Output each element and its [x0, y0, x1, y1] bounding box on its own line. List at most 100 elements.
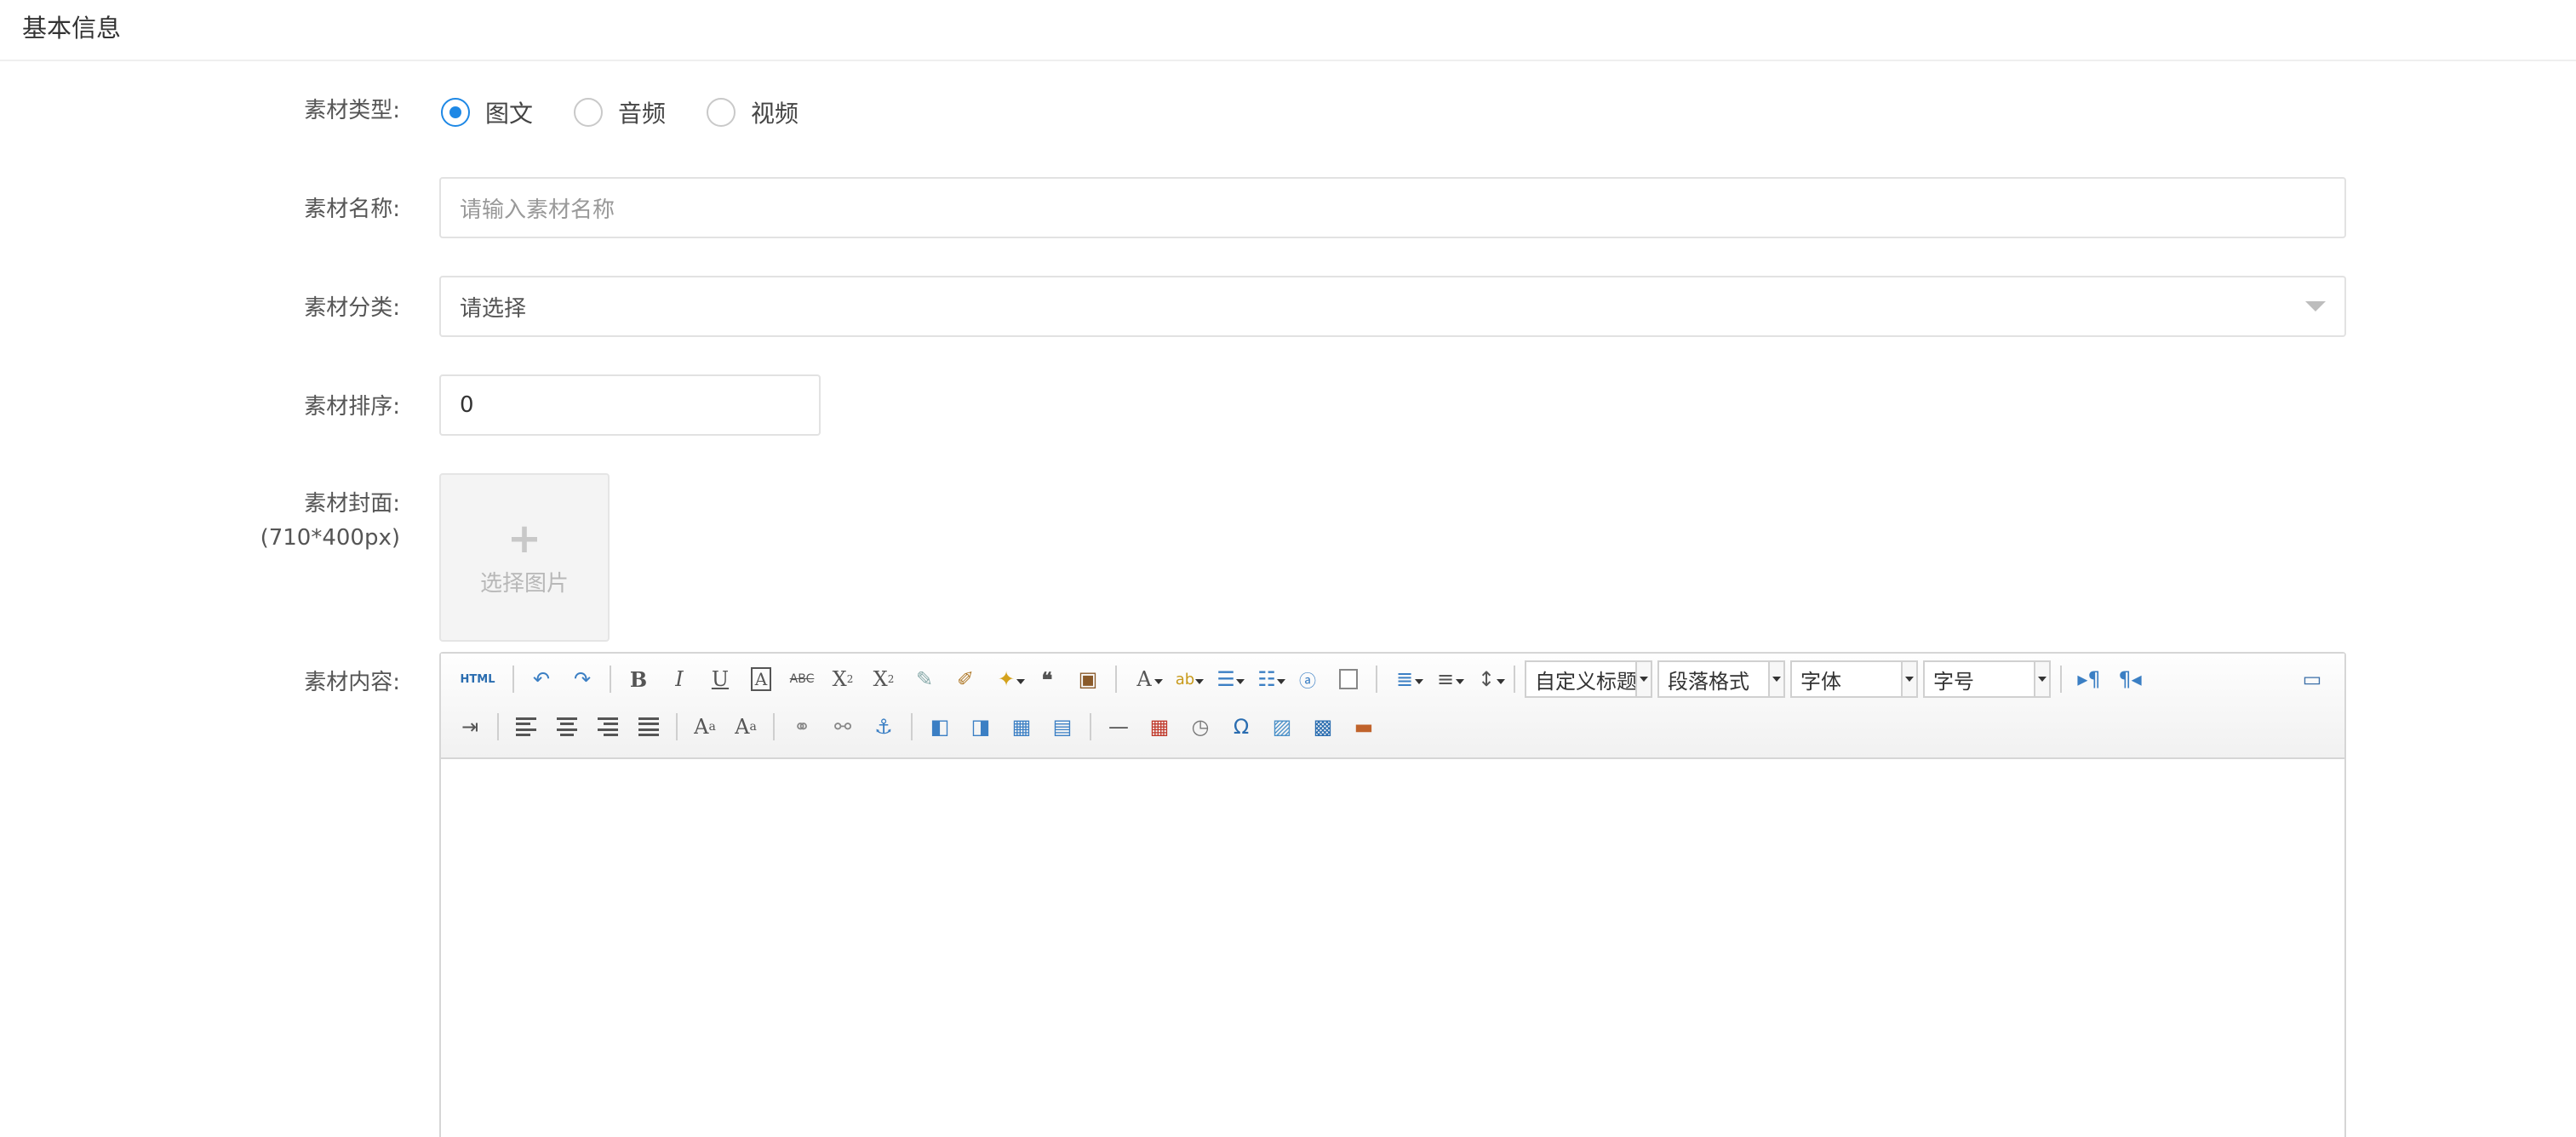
- sort-input[interactable]: 0: [439, 374, 821, 436]
- align-right-icon[interactable]: [591, 710, 625, 744]
- insert-time-icon[interactable]: ◷: [1183, 710, 1217, 744]
- editor-content-area[interactable]: [441, 759, 2344, 1134]
- upload-text: 选择图片: [479, 570, 569, 597]
- paragraph-spacing-bottom-icon[interactable]: ≡: [1428, 662, 1464, 696]
- radio-unchecked-icon[interactable]: [707, 98, 736, 127]
- radio-option-audio[interactable]: 音频: [574, 95, 666, 129]
- bold-icon[interactable]: B: [621, 662, 655, 696]
- cover-label: 素材封面:: [304, 491, 400, 517]
- horizontal-rule-icon[interactable]: —: [1102, 710, 1136, 744]
- material-form-page: 基本信息 素材类型: 图文 音频 视频 素材名称: 请输入素材名称 素材分类: …: [0, 0, 2576, 1137]
- blockquote-icon[interactable]: ❝: [1030, 662, 1064, 696]
- type-radio-group: 图文 音频 视频: [441, 92, 839, 133]
- align-center-icon[interactable]: [550, 710, 584, 744]
- section-title: 基本信息: [22, 14, 122, 43]
- indent-icon[interactable]: ⇥: [453, 710, 487, 744]
- paragraph-format-select[interactable]: 段落格式: [1657, 660, 1785, 698]
- paragraph-spacing-top-icon[interactable]: ≣: [1388, 662, 1423, 696]
- unordered-list-icon[interactable]: ☷: [1250, 662, 1285, 696]
- new-document-icon[interactable]: [1331, 662, 1365, 696]
- toolbar-separator: [1115, 666, 1117, 693]
- toolbar-row-2: ⇥ Aa Aa ⚭ ⚯ ⚓ ◧ ◨ ▦ ▤ — ▦ ◷ Ω ▨ ▩ ▬: [449, 706, 1384, 747]
- underline-icon[interactable]: U: [703, 662, 737, 696]
- toolbar-separator: [773, 713, 775, 740]
- sort-value: 0: [460, 392, 474, 418]
- toolbar-separator: [512, 666, 514, 693]
- undo-icon[interactable]: ↶: [524, 662, 558, 696]
- inline-code-icon[interactable]: ⓐ: [1291, 662, 1325, 696]
- cover-upload-button[interactable]: + 选择图片: [439, 473, 610, 642]
- image-float-right-icon[interactable]: ◨: [964, 710, 998, 744]
- chevron-down-icon: [2034, 662, 2049, 696]
- radio-unchecked-icon[interactable]: [574, 98, 604, 127]
- align-justify-icon[interactable]: [632, 710, 666, 744]
- fullscreen-icon[interactable]: ▭: [2295, 662, 2329, 696]
- chevron-down-icon: [1901, 662, 1916, 696]
- superscript-icon[interactable]: X2: [826, 662, 860, 696]
- paste-plain-icon[interactable]: ▣: [1071, 662, 1105, 696]
- auto-format-icon[interactable]: ✦: [989, 662, 1025, 696]
- link-icon[interactable]: ⚭: [785, 710, 819, 744]
- background-image-icon[interactable]: ▬: [1347, 710, 1381, 744]
- chevron-down-icon: [2305, 301, 2326, 311]
- name-label: 素材名称:: [304, 197, 400, 222]
- radio-checked-icon[interactable]: [441, 98, 470, 127]
- toolbar-separator: [1376, 666, 1377, 693]
- italic-icon[interactable]: I: [662, 662, 696, 696]
- cover-size-hint: (710*400px): [260, 525, 400, 551]
- radio-label: 音频: [618, 100, 667, 128]
- insert-date-icon[interactable]: ▦: [1142, 710, 1176, 744]
- radio-option-video[interactable]: 视频: [707, 95, 799, 129]
- section-divider: [0, 60, 2576, 61]
- background-color-icon[interactable]: ab: [1168, 662, 1204, 696]
- image-float-left-icon[interactable]: ◧: [923, 710, 957, 744]
- chevron-down-icon: [1768, 662, 1783, 696]
- plus-icon: +: [507, 514, 542, 563]
- radio-label: 视频: [751, 100, 799, 128]
- font-size-select[interactable]: 字号: [1923, 660, 2051, 698]
- font-size-value: 字号: [1933, 669, 1974, 694]
- image-none-icon[interactable]: ▤: [1045, 710, 1079, 744]
- eraser-icon[interactable]: ✎: [907, 662, 942, 696]
- name-input[interactable]: 请输入素材名称: [439, 177, 2346, 238]
- font-color-icon[interactable]: A: [1127, 662, 1163, 696]
- toolbar-separator: [911, 713, 913, 740]
- chevron-down-icon: [1635, 662, 1651, 696]
- insert-image-icon[interactable]: ▨: [1265, 710, 1299, 744]
- font-border-icon[interactable]: A: [744, 662, 778, 696]
- anchor-icon[interactable]: ⚓: [867, 710, 901, 744]
- rtl-direction-icon[interactable]: ¶◂: [2113, 662, 2147, 696]
- category-select[interactable]: 请选择: [439, 276, 2346, 337]
- image-center-icon[interactable]: ▦: [1005, 710, 1039, 744]
- font-family-value: 字体: [1800, 669, 1841, 694]
- line-height-icon[interactable]: ↕: [1469, 662, 1505, 696]
- editor-toolbar: HTML ↶ ↷ B I U A ABC X2 X2 ✎ ✐ ✦ ❝ ▣ A a…: [441, 654, 2344, 759]
- type-label: 素材类型:: [304, 98, 400, 123]
- special-chars-icon[interactable]: Ω: [1224, 710, 1258, 744]
- lowercase-icon[interactable]: Aa: [729, 710, 763, 744]
- content-label: 素材内容:: [304, 670, 400, 695]
- strikethrough-icon[interactable]: ABC: [785, 662, 819, 696]
- toolbar-separator: [497, 713, 499, 740]
- toolbar-row-1: HTML ↶ ↷ B I U A ABC X2 X2 ✎ ✐ ✦ ❝ ▣ A a…: [449, 659, 2150, 700]
- custom-title-select[interactable]: 自定义标题: [1525, 660, 1652, 698]
- ltr-direction-icon[interactable]: ▸¶: [2072, 662, 2106, 696]
- subscript-icon[interactable]: X2: [867, 662, 901, 696]
- word-image-icon[interactable]: ▩: [1306, 710, 1340, 744]
- toolbar-separator: [1514, 666, 1515, 693]
- font-family-select[interactable]: 字体: [1790, 660, 1918, 698]
- toolbar-separator: [2060, 666, 2062, 693]
- toolbar-separator: [676, 713, 678, 740]
- uppercase-icon[interactable]: Aa: [688, 710, 722, 744]
- radio-option-graphic[interactable]: 图文: [441, 95, 533, 129]
- ordered-list-icon[interactable]: ☰: [1209, 662, 1245, 696]
- format-brush-icon[interactable]: ✐: [948, 662, 982, 696]
- rich-text-editor: HTML ↶ ↷ B I U A ABC X2 X2 ✎ ✐ ✦ ❝ ▣ A a…: [439, 652, 2346, 1137]
- html-source-button[interactable]: HTML: [453, 662, 502, 696]
- redo-icon[interactable]: ↷: [565, 662, 599, 696]
- unlink-icon[interactable]: ⚯: [826, 710, 860, 744]
- name-placeholder: 请输入素材名称: [460, 197, 615, 223]
- category-value: 请选择: [460, 295, 527, 322]
- toolbar-separator: [610, 666, 611, 693]
- align-left-icon[interactable]: [509, 710, 543, 744]
